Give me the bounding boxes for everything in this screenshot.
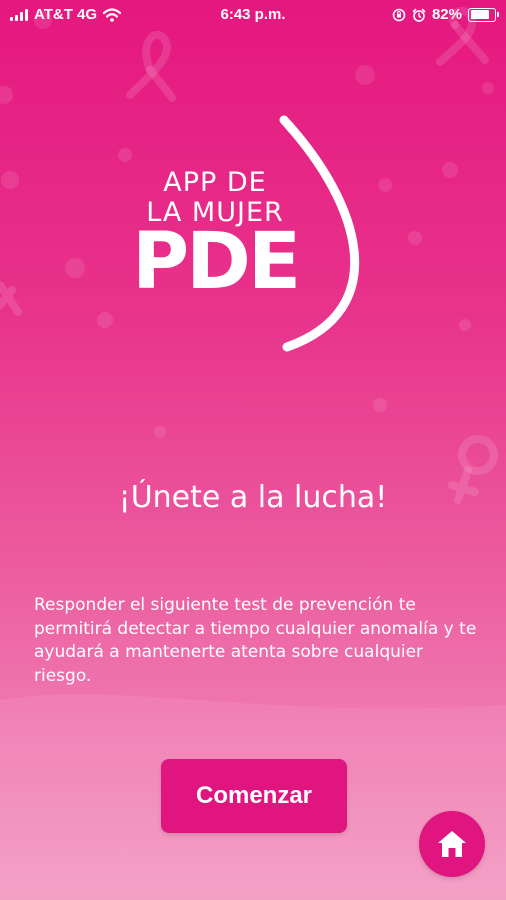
status-right: 82%	[392, 6, 499, 23]
app-logo: APP DE LA MUJER PDE	[130, 115, 380, 365]
orientation-lock-icon	[392, 8, 406, 21]
home-icon	[438, 831, 466, 857]
start-button[interactable]: Comenzar	[161, 759, 347, 833]
logo-brand: PDE	[132, 217, 301, 307]
battery-percentage: 82%	[431, 6, 462, 23]
status-bar: AT&T 4G 6:43 p.m. 82%	[0, 0, 506, 30]
home-button[interactable]	[419, 811, 485, 877]
headline: ¡Únete a la lucha!	[118, 480, 388, 515]
battery-level-fill	[470, 10, 490, 19]
battery-icon	[468, 7, 499, 22]
logo-line-1: APP DE	[163, 167, 267, 198]
alarm-icon	[412, 8, 426, 22]
description-text: Responder el siguiente test de prevenció…	[34, 595, 477, 686]
